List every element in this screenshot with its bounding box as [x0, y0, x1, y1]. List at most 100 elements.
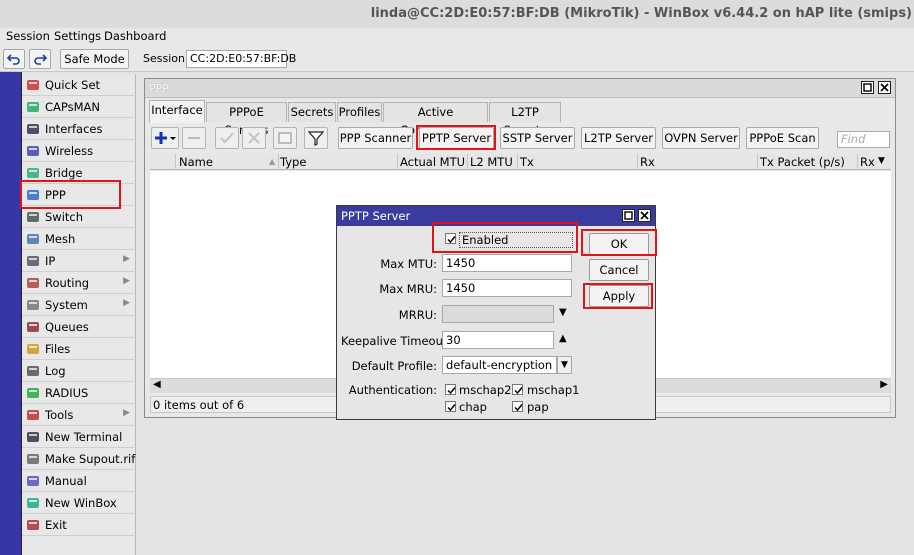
close-icon: [880, 83, 889, 92]
pptp-dialog-title-bar[interactable]: PPTP Server: [337, 206, 655, 226]
sidebar-item-system[interactable]: System ▶: [22, 294, 136, 316]
sidebar-item-ip[interactable]: IP ▶: [22, 250, 136, 272]
sidebar-item-label: Switch: [45, 210, 84, 224]
sidebar-item-ppp[interactable]: PPP: [22, 184, 136, 206]
menu-settings[interactable]: Settings: [54, 29, 101, 43]
scroll-right-icon[interactable]: ▶: [880, 379, 888, 390]
sidebar-item-label: Routing: [45, 276, 90, 290]
submenu-arrow-icon: ▶: [123, 254, 130, 264]
sidebar-item-manual[interactable]: Manual: [22, 470, 136, 492]
session-field[interactable]: CC:2D:E0:57:BF:DB: [186, 50, 296, 68]
disable-button[interactable]: [242, 127, 266, 149]
sidebar-item-files[interactable]: Files: [22, 338, 136, 360]
column-header[interactable]: Actual MTU: [400, 155, 465, 169]
sidebar-item-switch[interactable]: Switch: [22, 206, 136, 228]
ppp-scanner-button[interactable]: PPP Scanner: [338, 127, 413, 149]
column-header[interactable]: Tx: [520, 155, 534, 169]
routing-icon: [26, 276, 40, 290]
ppp-window-title-bar[interactable]: PPP: [145, 79, 895, 98]
pptp-server-button[interactable]: PPTP Server: [419, 127, 494, 149]
scroll-left-icon[interactable]: ◀: [153, 379, 161, 390]
mschap2-label: mschap2: [459, 383, 512, 397]
redo-button[interactable]: [29, 49, 51, 69]
close-button[interactable]: [878, 81, 891, 94]
remove-button[interactable]: [182, 127, 206, 149]
l2tp-server-button[interactable]: L2TP Server: [581, 127, 656, 149]
sstp-server-button[interactable]: SSTP Server: [500, 127, 575, 149]
sidebar-item-label: Manual: [45, 474, 87, 488]
capsman-icon: [26, 100, 40, 114]
default-profile-select[interactable]: default-encryption: [442, 356, 557, 374]
select-dropdown-icon[interactable]: ▼: [557, 356, 572, 374]
sidebar-item-label: Quick Set: [45, 78, 101, 92]
sidebar-item-label: Log: [45, 364, 66, 378]
max-mtu-label: Max MTU:: [380, 257, 437, 271]
filter-button[interactable]: [304, 127, 328, 149]
keepalive-input[interactable]: 30: [442, 331, 554, 349]
column-header[interactable]: Type: [280, 155, 306, 169]
sidebar-item-new-terminal[interactable]: New Terminal: [22, 426, 136, 448]
column-header[interactable]: Tx Packet (p/s): [760, 155, 845, 169]
sidebar-item-new-winbox[interactable]: New WinBox: [22, 492, 136, 514]
enable-button[interactable]: [215, 127, 239, 149]
column-header[interactable]: Rx: [860, 155, 875, 169]
column-menu-icon[interactable]: ▼: [878, 156, 885, 166]
mschap2-checkbox[interactable]: [445, 384, 456, 395]
tab-l2tp-secrets[interactable]: L2TP Secrets: [489, 102, 561, 137]
cancel-button[interactable]: Cancel: [589, 259, 649, 281]
sidebar-item-routing[interactable]: Routing ▶: [22, 272, 136, 294]
find-input[interactable]: Find: [837, 131, 890, 148]
sidebar-item-quick-set[interactable]: Quick Set: [22, 74, 136, 96]
close-button[interactable]: [638, 209, 651, 222]
dropdown-arrow-icon[interactable]: ▼: [559, 307, 567, 318]
enabled-label[interactable]: Enabled: [459, 232, 573, 248]
pppoe-scan-button[interactable]: PPPoE Scan: [746, 127, 819, 149]
max-mtu-input[interactable]: 1450: [442, 254, 572, 272]
wireless-icon: [26, 144, 40, 158]
enabled-checkbox[interactable]: [445, 233, 456, 244]
maximize-icon: [863, 83, 872, 92]
tab-interface[interactable]: Interface: [149, 100, 205, 123]
menu-session[interactable]: Session: [6, 29, 50, 43]
tab-secrets[interactable]: Secrets: [288, 102, 336, 122]
supout-icon: [26, 452, 40, 466]
ok-button[interactable]: OK: [589, 233, 649, 255]
sidebar-item-interfaces[interactable]: Interfaces: [22, 118, 136, 140]
maximize-button[interactable]: [622, 209, 635, 222]
undo-button[interactable]: [3, 49, 25, 69]
add-button[interactable]: [151, 127, 179, 149]
safe-mode-button[interactable]: Safe Mode: [60, 49, 129, 69]
chap-checkbox[interactable]: [445, 401, 456, 412]
sidebar-item-mesh[interactable]: Mesh: [22, 228, 136, 250]
ovpn-server-button[interactable]: OVPN Server: [662, 127, 740, 149]
comment-button[interactable]: [273, 127, 297, 149]
menu-dashboard[interactable]: Dashboard: [104, 29, 166, 43]
sidebar-item-capsman[interactable]: CAPsMAN: [22, 96, 136, 118]
keepalive-label: Keepalive Timeout:: [341, 334, 452, 348]
mrru-input[interactable]: [442, 305, 554, 323]
column-header[interactable]: Name: [179, 155, 213, 169]
sidebar-item-wireless[interactable]: Wireless: [22, 140, 136, 162]
collapse-arrow-icon[interactable]: ▲: [559, 333, 567, 344]
sidebar-item-label: Tools: [45, 408, 74, 422]
max-mru-input[interactable]: 1450: [442, 279, 572, 297]
sidebar-item-radius[interactable]: RADIUS: [22, 382, 136, 404]
column-header[interactable]: L2 MTU: [470, 155, 513, 169]
sidebar-item-log[interactable]: Log: [22, 360, 136, 382]
maximize-button[interactable]: [861, 81, 874, 94]
sidebar-item-bridge[interactable]: Bridge: [22, 162, 136, 184]
column-header[interactable]: Rx: [640, 155, 655, 169]
apply-button[interactable]: Apply: [589, 285, 649, 307]
sidebar-item-make-supout-rif[interactable]: Make Supout.rif: [22, 448, 136, 470]
pap-checkbox[interactable]: [512, 401, 523, 412]
chap-label: chap: [459, 400, 487, 414]
sidebar-item-tools[interactable]: Tools ▶: [22, 404, 136, 426]
mschap1-checkbox[interactable]: [512, 384, 523, 395]
tab-profiles[interactable]: Profiles: [337, 102, 382, 122]
sidebar-item-exit[interactable]: Exit: [22, 514, 136, 536]
tab-active-connections[interactable]: Active Connections: [383, 102, 488, 137]
winbox-icon: [26, 496, 40, 510]
sidebar-item-queues[interactable]: Queues: [22, 316, 136, 338]
tab-pppoe-servers[interactable]: PPPoE Servers: [206, 102, 287, 137]
menu-bar: Session Settings Dashboard: [0, 28, 914, 46]
